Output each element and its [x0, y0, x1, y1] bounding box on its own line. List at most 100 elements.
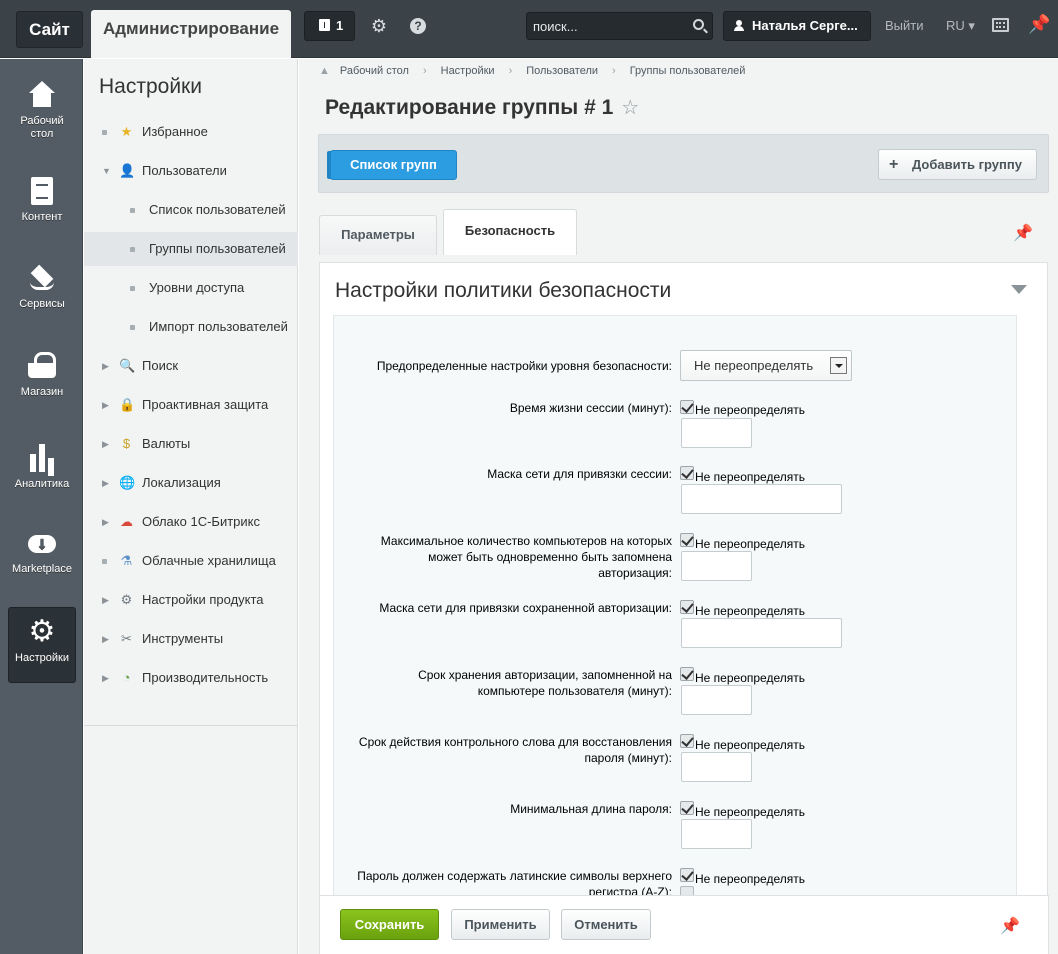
expanded-arrow-icon[interactable]: ▼ — [102, 154, 111, 188]
language-selector[interactable]: RU ▾ — [946, 18, 975, 34]
sidebar-item-product-settings[interactable]: ▶ ⚙ Настройки продукта — [84, 583, 298, 617]
password-length-input[interactable] — [681, 819, 752, 849]
sidebar-item-label: Валюты — [142, 436, 191, 451]
sidebar-item-label: Группы пользователей — [149, 241, 286, 256]
sidebar-item-label: Инструменты — [142, 631, 224, 646]
settings-gear-icon[interactable]: ⚙ — [369, 16, 389, 36]
breadcrumb-item[interactable]: Настройки — [441, 65, 495, 77]
rail-item-analytics[interactable]: Аналитика — [8, 434, 76, 510]
session-mask-checkbox[interactable] — [680, 466, 694, 480]
rail-item-marketplace[interactable]: Marketplace — [8, 519, 76, 595]
collapsed-arrow-icon[interactable]: ▶ — [102, 583, 109, 617]
admin-tab[interactable]: Администрирование — [91, 10, 291, 58]
checkbox-label: Не переопределять — [695, 805, 805, 819]
rail-item-shop[interactable]: Магазин — [8, 342, 76, 418]
toolbar: Список групп + Добавить группу — [318, 134, 1049, 193]
collapsed-arrow-icon[interactable]: ▶ — [102, 622, 109, 656]
sidebar-item-user-groups[interactable]: Группы пользователей — [84, 232, 298, 266]
checkword-lifetime-checkbox[interactable] — [680, 734, 694, 748]
stored-auth-mask-checkbox[interactable] — [680, 600, 694, 614]
group-list-button[interactable]: Список групп — [330, 150, 457, 180]
breadcrumb-item[interactable]: Рабочий стол — [340, 65, 409, 77]
collapsed-arrow-icon[interactable]: ▶ — [102, 427, 109, 461]
session-lifetime-label: Время жизни сессии (минут): — [509, 401, 672, 415]
sidebar-item-proactive[interactable]: ▶ 🔒 Проактивная защита — [84, 388, 298, 422]
tab-parameters[interactable]: Параметры — [319, 215, 437, 255]
collapsed-arrow-icon[interactable]: ▶ — [102, 661, 109, 695]
max-computers-checkbox[interactable] — [680, 533, 694, 547]
cancel-button[interactable]: Отменить — [561, 909, 651, 940]
pin-icon[interactable]: 📌 — [1000, 916, 1020, 936]
rail-item-desktop[interactable]: Рабочий стол — [8, 71, 76, 147]
sidebar-divider — [84, 725, 298, 726]
checkword-lifetime-input[interactable] — [681, 752, 752, 782]
rail-item-content[interactable]: Контент — [8, 167, 76, 243]
sidebar-item-performance[interactable]: ▶ ◔ Производительность — [84, 661, 298, 695]
plus-icon: + — [889, 156, 899, 173]
sidebar-item-cloud-storage[interactable]: ⚗ Облачные хранилища — [84, 544, 298, 578]
sidebar-item-user-import[interactable]: Импорт пользователей — [84, 310, 298, 344]
sidebar-item-tools[interactable]: ▶ ✂ Инструменты — [84, 622, 298, 656]
password-uppercase-override-checkbox[interactable] — [680, 868, 694, 882]
collapsed-arrow-icon[interactable]: ▶ — [102, 505, 109, 539]
layers-icon — [26, 264, 58, 292]
max-computers-input[interactable] — [681, 551, 752, 581]
collapsed-arrow-icon[interactable]: ▶ — [102, 388, 109, 422]
search-icon[interactable] — [693, 19, 704, 30]
stored-auth-mask-input[interactable] — [681, 618, 842, 648]
sidebar-item-currencies[interactable]: ▶ $ Валюты — [84, 427, 298, 461]
sidebar-item-localization[interactable]: ▶ 🌐 Локализация — [84, 466, 298, 500]
favorite-star-icon[interactable]: ☆ — [621, 95, 639, 120]
tab-security[interactable]: Безопасность — [443, 209, 577, 255]
pin-icon[interactable]: 📌 — [1013, 223, 1033, 243]
collapsed-arrow-icon[interactable]: ▶ — [102, 466, 109, 500]
bullet-icon — [102, 130, 107, 135]
bullet-icon — [130, 247, 135, 252]
site-tab[interactable]: Сайт — [16, 11, 83, 48]
search-box — [526, 12, 713, 40]
sidebar-item-label: Облачные хранилища — [142, 553, 276, 568]
sidebar-item-user-list[interactable]: Список пользователей — [84, 193, 298, 227]
gear-icon: ⚙ — [28, 615, 56, 648]
rail-item-services[interactable]: Сервисы — [8, 254, 76, 330]
breadcrumb-item[interactable]: Группы пользователей — [630, 65, 746, 77]
sidebar-item-label: Избранное — [142, 124, 208, 139]
preset-select[interactable]: Не переопределять — [680, 350, 852, 381]
collapsed-arrow-icon[interactable]: ▶ — [102, 349, 109, 383]
sidebar-item-favorites[interactable]: ★ Избранное — [84, 115, 298, 149]
bullet-icon — [130, 325, 135, 330]
help-icon[interactable]: ? — [410, 18, 426, 34]
rail-item-settings[interactable]: ⚙ Настройки — [8, 607, 76, 683]
apply-button[interactable]: Применить — [451, 909, 550, 940]
sidebar-item-bitrix-cloud[interactable]: ▶ ☁ Облако 1С-Битрикс — [84, 505, 298, 539]
form-footer: Сохранить Применить Отменить 📌 — [319, 895, 1049, 954]
user-menu-button[interactable]: Наталья Серге... — [723, 11, 871, 41]
tools-icon: ✂ — [121, 631, 132, 646]
chevron-right-icon: › — [422, 65, 427, 77]
checkbox-label: Не переопределять — [695, 470, 805, 484]
collapse-triangle-icon[interactable] — [1011, 285, 1027, 294]
notifications-button[interactable]: 1 — [304, 11, 355, 41]
pin-icon[interactable]: 📌 — [1028, 14, 1050, 35]
session-mask-label: Маска сети для привязки сессии: — [487, 467, 672, 481]
sidebar-item-search[interactable]: ▶ 🔍 Поиск — [84, 349, 298, 383]
session-lifetime-input[interactable] — [681, 418, 752, 448]
keyboard-icon[interactable] — [992, 18, 1009, 32]
logout-link[interactable]: Выйти — [885, 18, 924, 33]
stored-auth-lifetime-checkbox[interactable] — [680, 667, 694, 681]
stored-auth-lifetime-input[interactable] — [681, 685, 752, 715]
search-input[interactable] — [527, 13, 687, 39]
sidebar-item-access-levels[interactable]: Уровни доступа — [84, 271, 298, 305]
checkbox-label: Не переопределять — [695, 604, 805, 618]
sidebar-item-users[interactable]: ▼ 👤 Пользователи — [84, 154, 298, 188]
chevron-right-icon: › — [612, 65, 616, 77]
session-lifetime-checkbox[interactable] — [680, 400, 694, 414]
sidebar-item-label: Поиск — [142, 358, 179, 373]
session-mask-input[interactable] — [681, 484, 842, 514]
save-button[interactable]: Сохранить — [340, 909, 439, 940]
breadcrumb-up-icon[interactable]: ▲ — [319, 65, 330, 77]
user-icon — [734, 20, 744, 31]
password-length-checkbox[interactable] — [680, 801, 694, 815]
breadcrumb-item[interactable]: Пользователи — [526, 65, 598, 77]
add-group-button[interactable]: + Добавить группу — [878, 149, 1037, 180]
